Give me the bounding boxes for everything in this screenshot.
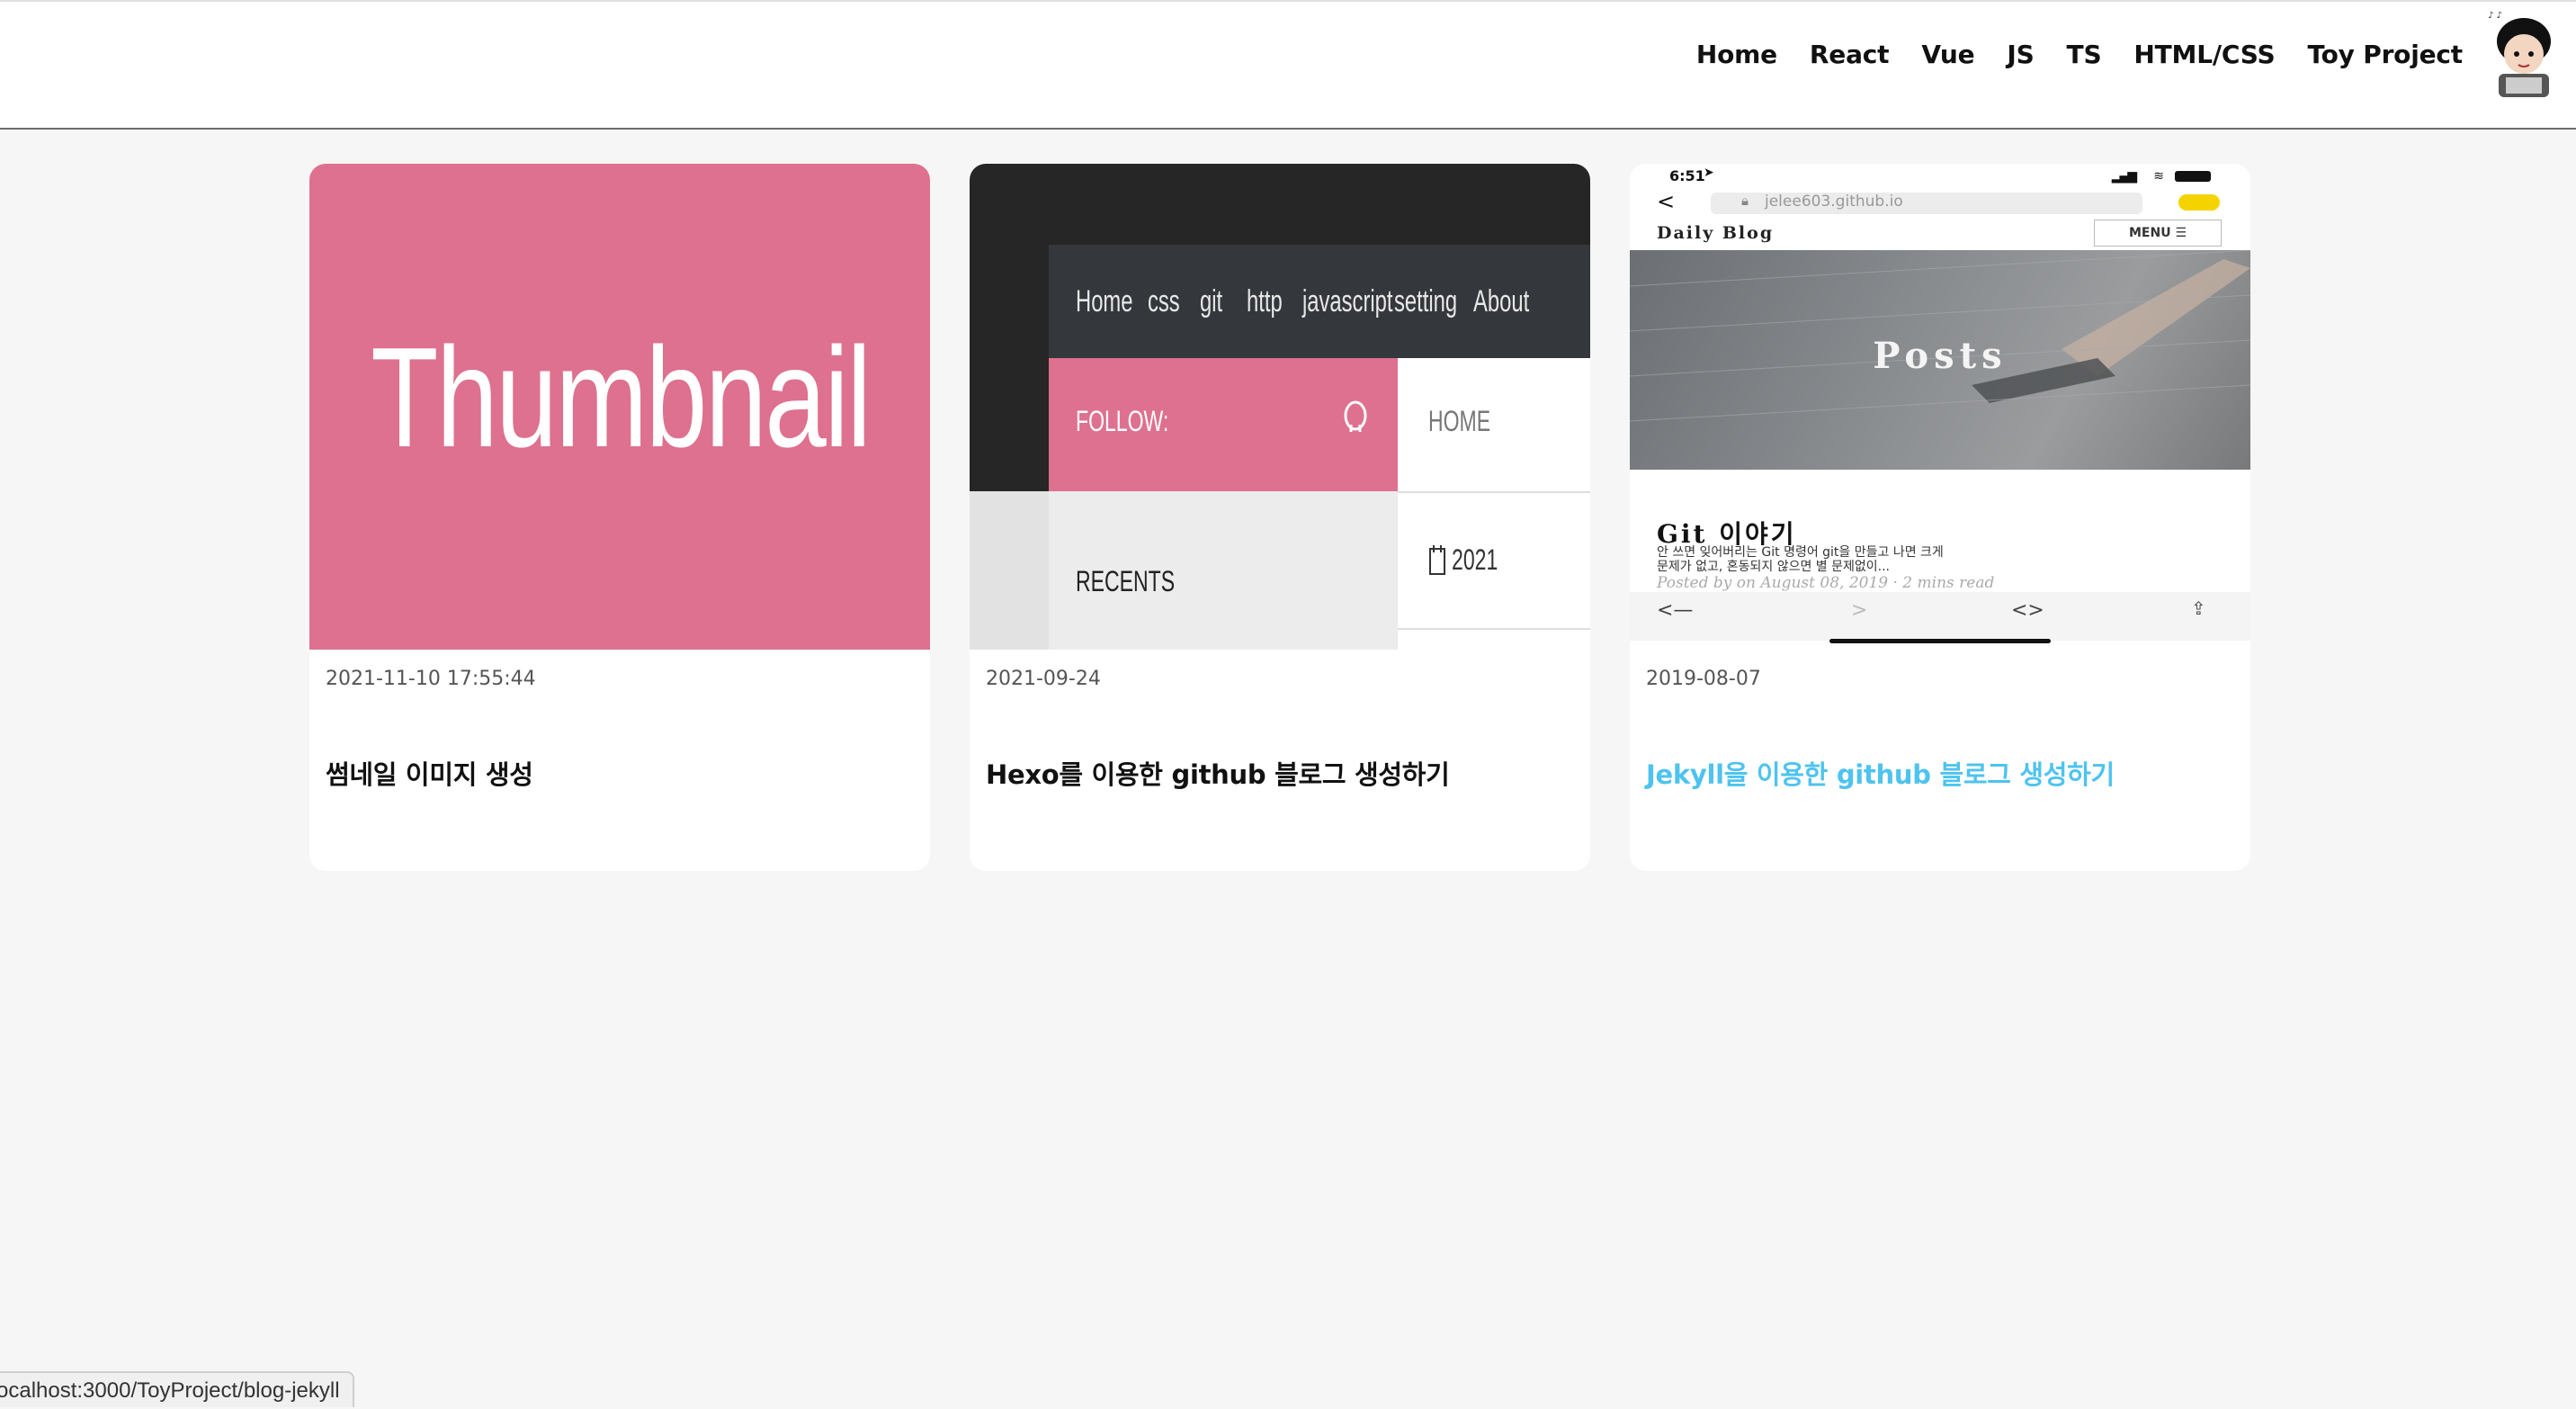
excerpt-line: 안 쓰면 잊어버리는 Git 명령어 git을 만들고 나면 크게 [1657, 545, 1944, 560]
thumb-nav-item: About [1473, 284, 1530, 319]
phone-home-indicator [1829, 639, 2051, 643]
thumb-recents-panel: RECENTS [1049, 491, 1398, 650]
nav-ts[interactable]: TS [2067, 40, 2102, 69]
thumb-gray-left [970, 491, 1049, 650]
post-title[interactable]: Jekyll을 이용한 github 블로그 생성하기 [1646, 754, 2115, 792]
post-thumbnail[interactable]: Thumbnail [309, 164, 930, 650]
phone-browser-toolbar: <— > <> ⇪ [1630, 592, 2250, 641]
lock-icon: 🔒︎ [1741, 193, 1749, 209]
thumb-nav-item: css [1148, 284, 1180, 319]
thumb-follow-panel: FOLLOW: [1049, 358, 1398, 491]
nav-react[interactable]: React [1810, 40, 1890, 69]
thumb-menu-button: MENU ☰ [2094, 220, 2222, 247]
battery-icon [2175, 171, 2211, 182]
post-thumbnail[interactable]: Home css git http javascript setting Abo… [970, 164, 1590, 650]
post-thumbnail[interactable]: 6:51 ➤ ≋ ▂▄▆ < 🔒︎ jelee603.github.io Dai… [1630, 164, 2250, 650]
thumb-recents-label: RECENTS [1076, 565, 1176, 597]
svg-text:♪ ♪: ♪ ♪ [2488, 11, 2502, 21]
post-title[interactable]: Hexo를 이용한 github 블로그 생성하기 [986, 754, 1450, 792]
post-card[interactable]: Thumbnail 2021-11-10 17:55:44 썸네일 이미지 생성 [309, 164, 930, 871]
nav-js[interactable]: JS [2007, 40, 2034, 69]
nav-html-css[interactable]: HTML/CSS [2133, 40, 2275, 69]
phone-time: 6:51 [1669, 167, 1705, 184]
thumb-nav-item: http [1247, 284, 1283, 319]
github-icon [1342, 398, 1369, 437]
nav-vue[interactable]: Vue [1921, 40, 1974, 69]
divider [1398, 628, 1590, 630]
post-card[interactable]: Home css git http javascript setting Abo… [970, 164, 1590, 871]
post-date: 2021-09-24 [986, 668, 1101, 690]
calendar-icon [1428, 543, 1446, 579]
post-date: 2021-11-10 17:55:44 [326, 668, 536, 690]
thumb-sidebar: HOME 2021 [1398, 358, 1590, 650]
thumb-post-excerpt: 안 쓰면 잊어버리는 Git 명령어 git을 만들고 나면 크게 문제가 없고… [1657, 545, 1944, 574]
reader-icon [2178, 194, 2220, 211]
avatar[interactable]: ♪ ♪ [2482, 7, 2562, 97]
thumb-hero-title: Posts [1873, 335, 2008, 377]
main-nav: Home React Vue JS TS HTML/CSS Toy Projec… [1696, 34, 2463, 74]
thumb-follow-label: FOLLOW: [1076, 405, 1169, 437]
thumb-nav-item: git [1200, 284, 1223, 319]
divider [1398, 491, 1590, 493]
thumb-nav-item: Home [1076, 284, 1133, 319]
bookmark-icon: <> [2011, 599, 2044, 622]
post-date: 2019-08-07 [1646, 668, 1761, 690]
thumb-home-label: HOME [1428, 405, 1491, 437]
status-url-tooltip: ocalhost:3000/ToyProject/blog-jekyll [0, 1371, 354, 1407]
thumb-year-label: 2021 [1452, 543, 1498, 576]
thumb-post-meta: Posted by on August 08, 2019 · 2 mins re… [1657, 574, 1995, 592]
phone-url-text: jelee603.github.io [1765, 193, 1903, 211]
signal-icon: ▂▄▆ [2111, 169, 2137, 184]
share-icon: ⇪ [2191, 597, 2206, 619]
post-card[interactable]: 6:51 ➤ ≋ ▂▄▆ < 🔒︎ jelee603.github.io Dai… [1630, 164, 2250, 871]
thumb-nav-item: setting [1394, 284, 1458, 319]
thumbnail-text: Thumbnail [370, 318, 872, 477]
thumb-blog-name: Daily Blog [1657, 223, 1775, 243]
post-title[interactable]: 썸네일 이미지 생성 [326, 754, 533, 792]
location-icon: ➤ [1704, 166, 1714, 180]
wifi-icon: ≋ [2153, 169, 2164, 184]
excerpt-line: 문제가 없고, 혼동되지 않으면 별 문제없이... [1657, 560, 1891, 574]
nav-toy-project[interactable]: Toy Project [2307, 40, 2463, 69]
back-arrow-icon: <— [1657, 599, 1694, 622]
thumb-navbar: Home css git http javascript setting Abo… [1049, 245, 1590, 358]
thumb-nav-item: javascript [1302, 284, 1393, 319]
nav-home[interactable]: Home [1696, 40, 1777, 69]
forward-arrow-icon: > [1851, 599, 1868, 622]
back-icon: < [1657, 189, 1676, 214]
site-header: Home React Vue JS TS HTML/CSS Toy Projec… [0, 0, 2576, 130]
phone-status-bar: 6:51 ➤ ≋ ▂▄▆ [1630, 164, 2250, 191]
